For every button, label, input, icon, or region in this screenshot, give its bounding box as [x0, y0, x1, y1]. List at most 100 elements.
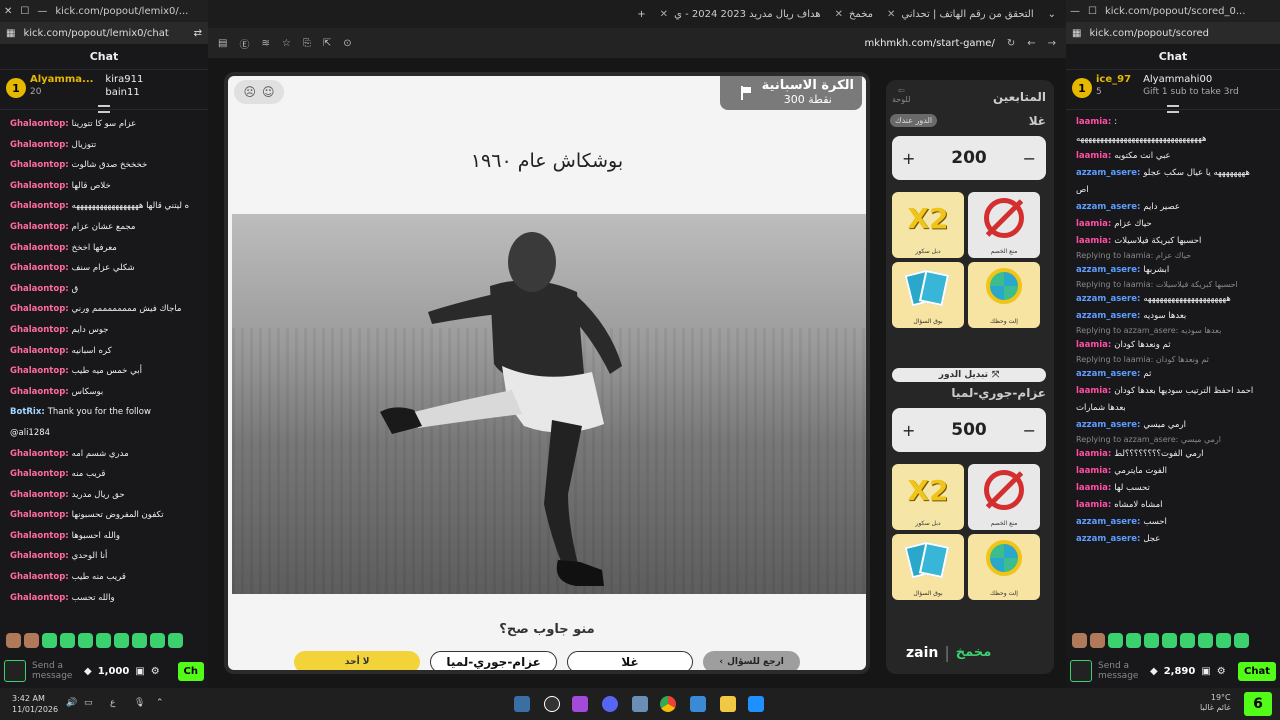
- emote-icon[interactable]: [1198, 633, 1213, 648]
- clock[interactable]: 3:42 AM 11/01/2026: [12, 693, 58, 715]
- emote-icon[interactable]: [6, 633, 21, 648]
- gift-icon[interactable]: ▣: [135, 666, 144, 677]
- emote-icon[interactable]: [1090, 633, 1105, 648]
- increase-score-button[interactable]: +: [902, 421, 915, 440]
- chrome-icon[interactable]: [660, 696, 676, 712]
- chat-username[interactable]: laamia:: [1076, 219, 1114, 229]
- view-icon[interactable]: ⊙: [343, 38, 351, 49]
- chevron-up-icon[interactable]: ⌃: [156, 698, 164, 708]
- reload-icon[interactable]: ↻: [1007, 38, 1015, 49]
- chat-username[interactable]: azzam_asere:: [1076, 420, 1143, 430]
- chat-username[interactable]: azzam_asere:: [1076, 168, 1143, 178]
- second-place[interactable]: Alyammahi00: [1143, 74, 1239, 85]
- chat-username[interactable]: Ghalaontop:: [10, 490, 72, 500]
- send-message-input[interactable]: Send a message: [32, 661, 78, 681]
- swap-question-powerup[interactable]: بوق السؤال: [892, 262, 964, 328]
- chat-send-button[interactable]: Ch: [177, 661, 204, 681]
- obs-icon[interactable]: [544, 696, 560, 712]
- chat-username[interactable]: azzam_asere:: [1076, 311, 1143, 321]
- chat-username[interactable]: laamia:: [1076, 466, 1114, 476]
- minimize-icon[interactable]: —: [37, 6, 47, 17]
- extension-icon[interactable]: Ⓔ: [239, 36, 249, 51]
- gift-icon[interactable]: ▣: [1201, 666, 1210, 677]
- chat-username[interactable]: azzam_asere:: [1076, 265, 1143, 275]
- back-to-board-button[interactable]: ⇦ للوحة: [892, 86, 910, 104]
- sad-face-icon[interactable]: ☹: [243, 85, 256, 99]
- back-icon[interactable]: ←: [1027, 38, 1035, 49]
- second-place[interactable]: kira911: [105, 74, 143, 85]
- volume-icon[interactable]: 🔊: [66, 698, 77, 708]
- settings-gear-icon[interactable]: ⚙: [1217, 666, 1226, 677]
- luck-wheel-powerup[interactable]: إلت وحظك: [968, 262, 1040, 328]
- close-tab-icon[interactable]: ✕: [887, 9, 895, 20]
- emote-icon[interactable]: [96, 633, 111, 648]
- kick-icon[interactable]: [1070, 660, 1092, 682]
- chat-username[interactable]: Ghalaontop:: [10, 387, 72, 397]
- pin-icon[interactable]: [1167, 105, 1179, 113]
- chat-username[interactable]: Ghalaontop:: [10, 346, 72, 356]
- chat-username[interactable]: azzam_asere:: [1076, 202, 1143, 212]
- chat-username[interactable]: Ghalaontop:: [10, 263, 72, 273]
- third-place[interactable]: bain11: [105, 87, 143, 98]
- network-icon[interactable]: ▭: [84, 698, 93, 708]
- chat-username[interactable]: azzam_asere:: [1076, 369, 1143, 379]
- brave-icon[interactable]: [572, 696, 588, 712]
- emote-icon[interactable]: [1108, 633, 1123, 648]
- chat-username[interactable]: Ghalaontop:: [10, 551, 72, 561]
- swap-question-powerup[interactable]: بوق السؤال: [892, 534, 964, 600]
- chat-username[interactable]: Ghalaontop:: [10, 449, 72, 459]
- tab-mkhmkh[interactable]: مخمخ ✕: [835, 9, 873, 20]
- chat-username[interactable]: Ghalaontop:: [10, 325, 72, 335]
- emoji-controls[interactable]: ☹ ☺: [234, 80, 284, 104]
- settings-gear-icon[interactable]: ⚙: [151, 666, 160, 677]
- block-opponent-powerup[interactable]: منع الخصم: [968, 192, 1040, 258]
- chat-username[interactable]: laamia:: [1076, 500, 1114, 510]
- feed-icon[interactable]: ≋: [261, 38, 269, 49]
- chat-username[interactable]: azzam_asere:: [1076, 294, 1143, 304]
- swap-turn-button[interactable]: تبديل الدور ⤧: [892, 368, 1046, 382]
- discord-icon[interactable]: [602, 696, 618, 712]
- emote-icon[interactable]: [60, 633, 75, 648]
- emote-icon[interactable]: [1162, 633, 1177, 648]
- emote-icon[interactable]: [114, 633, 129, 648]
- chat-username[interactable]: laamia:: [1076, 340, 1114, 350]
- chat-send-button[interactable]: Chat: [1238, 661, 1276, 681]
- close-icon[interactable]: ✕: [4, 6, 12, 17]
- chat-username[interactable]: Ghalaontop:: [10, 593, 72, 603]
- maximize-icon[interactable]: ☐: [20, 6, 29, 17]
- kick-icon[interactable]: [4, 660, 26, 682]
- emote-icon[interactable]: [1234, 633, 1249, 648]
- emote-icon[interactable]: [78, 633, 93, 648]
- address-text[interactable]: kick.com/popout/scored: [1089, 28, 1274, 39]
- send-message-input[interactable]: Send a message: [1098, 661, 1144, 681]
- back-to-question-button[interactable]: ‹ ارجع للسؤال: [703, 651, 800, 670]
- emote-icon[interactable]: [1144, 633, 1159, 648]
- luck-wheel-powerup[interactable]: إلت وحظك: [968, 534, 1040, 600]
- nobody-button[interactable]: لا أحد: [294, 651, 421, 670]
- team2-answer-button[interactable]: عزام-جوري-لميا: [430, 651, 557, 670]
- decrease-score-button[interactable]: −: [1023, 149, 1036, 168]
- chat-username[interactable]: BotRix:: [10, 407, 48, 417]
- chat-username[interactable]: laamia:: [1076, 386, 1114, 396]
- chat-username[interactable]: Ghalaontop:: [10, 469, 72, 479]
- emote-icon[interactable]: [42, 633, 57, 648]
- mic-icon[interactable]: 🎙: [134, 698, 145, 708]
- screenshot-icon[interactable]: ⎘: [303, 38, 311, 49]
- tab-realmadrid[interactable]: هداف ريال مدريد 2023 2024 - ي ✕: [660, 9, 821, 20]
- steam-icon[interactable]: [514, 696, 530, 712]
- block-opponent-powerup[interactable]: منع الخصم: [968, 464, 1040, 530]
- chat-username[interactable]: Ghalaontop:: [10, 243, 72, 253]
- team1-answer-button[interactable]: غلا: [566, 651, 694, 670]
- bookmark-star-icon[interactable]: ☆: [282, 38, 291, 49]
- chat-username[interactable]: laamia:: [1076, 151, 1114, 161]
- leader-name[interactable]: Alyamma...: [30, 74, 93, 85]
- emote-icon[interactable]: [1072, 633, 1087, 648]
- new-tab-icon[interactable]: +: [637, 9, 645, 20]
- language-icon[interactable]: ع: [110, 698, 115, 708]
- emote-icon[interactable]: [150, 633, 165, 648]
- chat-username[interactable]: Ghalaontop:: [10, 140, 72, 150]
- kick-logo-icon[interactable]: 6: [1244, 692, 1272, 716]
- leader-name[interactable]: ice_97: [1096, 74, 1131, 85]
- decrease-score-button[interactable]: −: [1023, 421, 1036, 440]
- flag-icon[interactable]: [740, 86, 752, 100]
